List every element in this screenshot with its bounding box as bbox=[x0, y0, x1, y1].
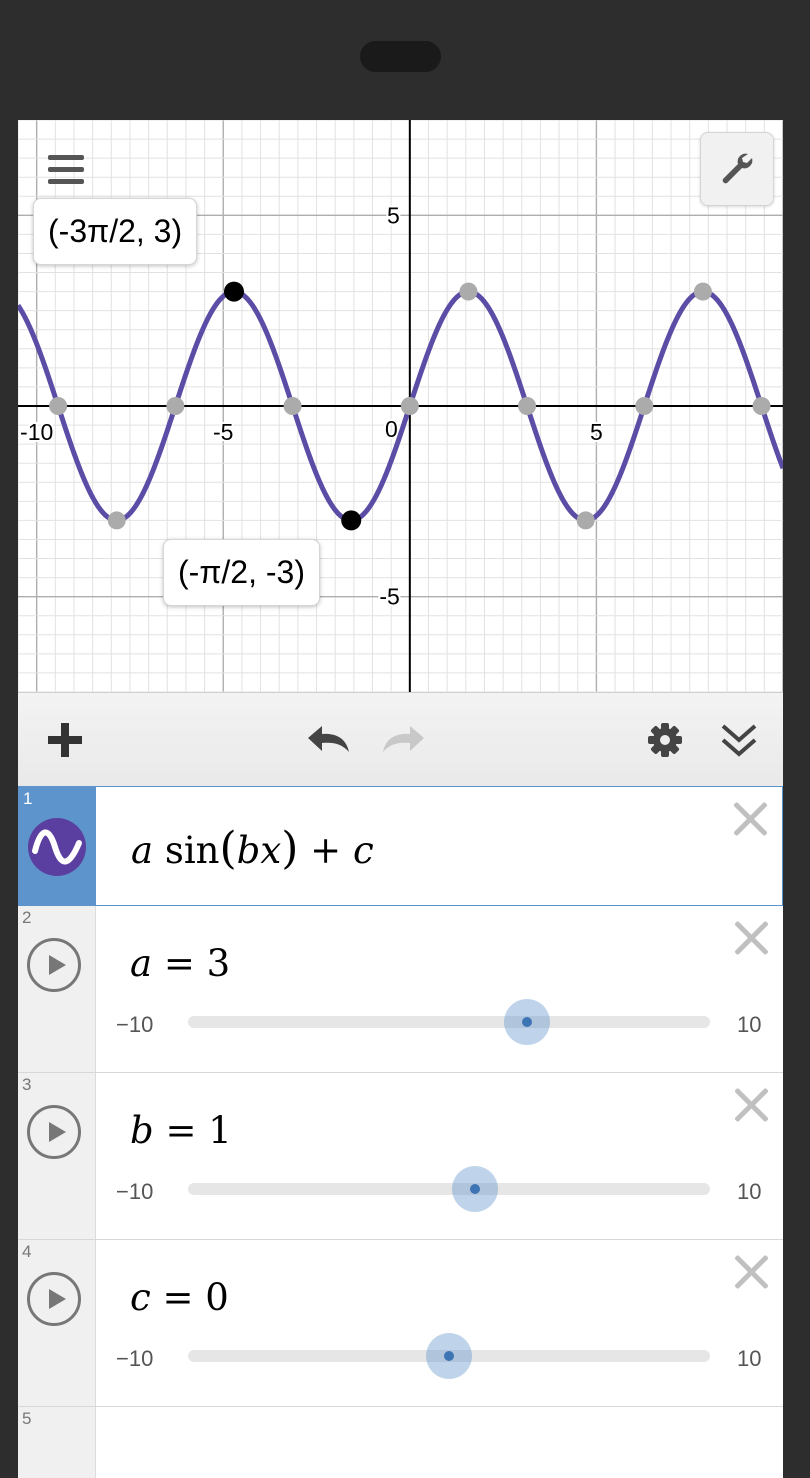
plus-icon bbox=[48, 723, 82, 757]
expression-row-1[interactable]: 1 a sin(bx) + c bbox=[18, 786, 783, 906]
collapse-list-button[interactable] bbox=[714, 715, 764, 765]
math-plus: + bbox=[310, 829, 342, 872]
expression-row-5[interactable]: 5 bbox=[18, 1407, 783, 1478]
expression-index: 5 bbox=[22, 1409, 32, 1428]
slider-value: 3 bbox=[206, 942, 231, 985]
expression-gutter: 1 bbox=[19, 787, 96, 905]
slider-expression[interactable]: c = 0 bbox=[130, 1276, 229, 1319]
poi-point bbox=[107, 511, 126, 530]
slider-variable: b bbox=[130, 1109, 154, 1152]
slider-value: 1 bbox=[208, 1109, 232, 1152]
x-tick-label: -5 bbox=[213, 419, 233, 445]
slider-track[interactable] bbox=[188, 1016, 710, 1028]
slider-thumb[interactable] bbox=[504, 999, 551, 1045]
math-rparen: ) bbox=[281, 823, 299, 874]
phone-notch bbox=[360, 41, 441, 72]
redo-button[interactable] bbox=[378, 715, 430, 765]
undo-button[interactable] bbox=[302, 715, 354, 765]
expression-index: 2 bbox=[22, 908, 32, 927]
x-tick-label: 5 bbox=[590, 419, 603, 445]
slider-equals: = bbox=[165, 1109, 197, 1152]
slider-thumb-dot bbox=[444, 1351, 454, 1361]
expression-gutter: 4 bbox=[18, 1240, 96, 1406]
desmos-screen: -10 -5 5 5 -5 0 (-3π/2, 3) (-π/2, -3) 1 … bbox=[18, 120, 783, 1478]
double-chevron-down-icon bbox=[721, 724, 757, 757]
slider-max[interactable]: 10 bbox=[737, 1346, 761, 1372]
math-var-a: a bbox=[131, 829, 154, 872]
slider-thumb[interactable] bbox=[452, 1166, 499, 1212]
expression-index: 1 bbox=[23, 789, 33, 808]
poi-point bbox=[752, 397, 771, 415]
expression-row-2[interactable]: 2 a = 3 −10 10 bbox=[18, 906, 783, 1073]
slider-variable: a bbox=[130, 942, 153, 985]
poi-point bbox=[283, 397, 302, 415]
slider-min[interactable]: −10 bbox=[116, 1346, 153, 1372]
expression-row-3[interactable]: 3 b = 1 −10 10 bbox=[18, 1073, 783, 1240]
expression-gutter: 3 bbox=[18, 1073, 96, 1239]
menu-button[interactable] bbox=[44, 152, 88, 188]
slider-equals: = bbox=[162, 1276, 194, 1319]
sine-wave-icon[interactable] bbox=[27, 817, 87, 877]
math-lparen: ( bbox=[219, 823, 237, 874]
play-animation-button[interactable] bbox=[27, 938, 81, 992]
point-label-min: (-π/2, -3) bbox=[163, 539, 320, 606]
point-label-max: (-3π/2, 3) bbox=[33, 198, 198, 265]
expression-toolbar bbox=[18, 692, 783, 788]
poi-point bbox=[518, 397, 537, 415]
play-animation-button[interactable] bbox=[27, 1272, 81, 1326]
slider-value: 0 bbox=[205, 1276, 229, 1319]
slider-max[interactable]: 10 bbox=[737, 1012, 761, 1038]
math-fn-sin: sin bbox=[164, 829, 220, 872]
slider-thumb-dot bbox=[522, 1017, 533, 1027]
gear-icon bbox=[648, 723, 682, 757]
wrench-icon bbox=[722, 153, 753, 184]
math-var-bx: bx bbox=[236, 829, 282, 872]
poi-point bbox=[49, 397, 68, 415]
play-animation-button[interactable] bbox=[27, 1105, 81, 1159]
delete-expression-button[interactable] bbox=[731, 918, 771, 958]
poi-point bbox=[459, 282, 478, 301]
x-tick-label: -10 bbox=[20, 419, 53, 445]
origin-label: 0 bbox=[385, 416, 398, 442]
settings-button[interactable] bbox=[640, 715, 690, 765]
slider-track[interactable] bbox=[188, 1183, 710, 1195]
poi-point bbox=[693, 282, 712, 301]
expression-input[interactable]: a sin(bx) + c bbox=[131, 823, 374, 874]
delete-expression-button[interactable] bbox=[730, 799, 770, 839]
slider-expression[interactable]: b = 1 bbox=[130, 1109, 232, 1152]
delete-expression-button[interactable] bbox=[731, 1085, 771, 1125]
redo-icon bbox=[383, 726, 424, 752]
expression-list: 1 a sin(bx) + c 2 a = 3 −10 10 3 b = 1 −… bbox=[18, 786, 783, 1478]
labeled-point bbox=[341, 510, 362, 531]
expression-gutter: 2 bbox=[18, 906, 96, 1072]
slider-expression[interactable]: a = 3 bbox=[130, 942, 230, 985]
expression-index: 3 bbox=[22, 1075, 32, 1094]
undo-icon bbox=[308, 726, 349, 752]
add-expression-button[interactable] bbox=[40, 715, 90, 765]
expression-gutter: 5 bbox=[18, 1407, 96, 1478]
graph-settings-button[interactable] bbox=[700, 132, 774, 206]
slider-max[interactable]: 10 bbox=[737, 1179, 761, 1205]
slider-equals: = bbox=[163, 942, 195, 985]
poi-point bbox=[635, 397, 654, 415]
slider-min[interactable]: −10 bbox=[116, 1012, 153, 1038]
poi-point bbox=[576, 511, 595, 530]
delete-expression-button[interactable] bbox=[731, 1252, 771, 1292]
math-var-c: c bbox=[352, 829, 374, 872]
slider-variable: c bbox=[130, 1276, 151, 1319]
poi-point bbox=[166, 397, 185, 415]
slider-thumb-dot bbox=[470, 1184, 481, 1194]
y-tick-label: -5 bbox=[379, 584, 399, 610]
y-tick-label: 5 bbox=[387, 202, 400, 228]
slider-min[interactable]: −10 bbox=[116, 1179, 153, 1205]
expression-row-4[interactable]: 4 c = 0 −10 10 bbox=[18, 1240, 783, 1407]
labeled-point bbox=[223, 281, 244, 302]
poi-point bbox=[400, 397, 419, 415]
slider-thumb[interactable] bbox=[426, 1333, 472, 1379]
expression-index: 4 bbox=[22, 1242, 32, 1261]
